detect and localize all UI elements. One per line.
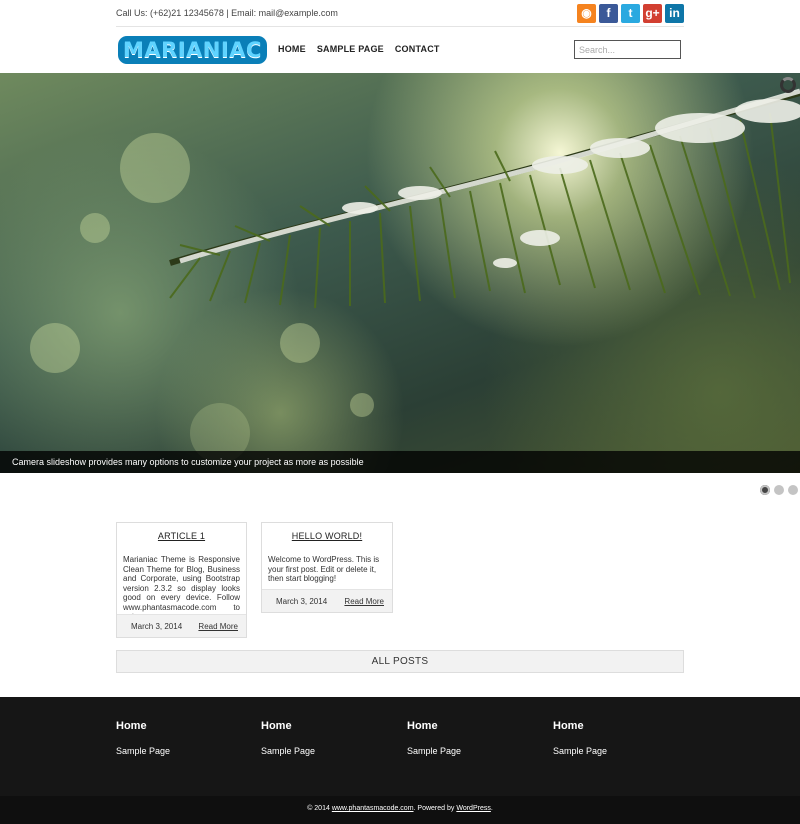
- post-card: HELLO WORLD! Welcome to WordPress. This …: [261, 522, 393, 613]
- loading-spinner-icon: [780, 77, 796, 93]
- copyright-site-link[interactable]: www.phantasmacode.com: [332, 805, 414, 812]
- copyright-prefix: © 2014: [307, 805, 332, 812]
- footer-heading-home[interactable]: Home: [553, 720, 607, 732]
- footer-heading-home[interactable]: Home: [407, 720, 461, 732]
- post-card: ARTICLE 1 Marianiac Theme is Responsive …: [116, 522, 247, 638]
- hero-slideshow[interactable]: Camera slideshow provides many options t…: [0, 73, 800, 473]
- footer-column: Home Sample Page: [116, 720, 170, 756]
- nav-item-contact[interactable]: CONTACT: [395, 44, 440, 54]
- nav-item-sample-page[interactable]: SAMPLE PAGE: [317, 44, 384, 54]
- footer-column: Home Sample Page: [553, 720, 607, 756]
- post-date: March 3, 2014: [276, 597, 328, 606]
- footer-heading-home[interactable]: Home: [116, 720, 170, 732]
- site-logo[interactable]: MARIANIAC: [118, 36, 267, 64]
- site-header: MARIANIAC HOME SAMPLE PAGE CONTACT: [116, 28, 684, 73]
- footer-heading-home[interactable]: Home: [261, 720, 315, 732]
- read-more-link[interactable]: Read More: [198, 622, 238, 631]
- slide-caption: Camera slideshow provides many options t…: [0, 451, 800, 473]
- nav-item-home[interactable]: HOME: [278, 44, 306, 54]
- wordpress-link[interactable]: WordPress: [456, 805, 491, 812]
- slider-pagination: [760, 485, 798, 495]
- footer-link-sample-page[interactable]: Sample Page: [261, 746, 315, 756]
- footer-link-sample-page[interactable]: Sample Page: [553, 746, 607, 756]
- twitter-icon[interactable]: t: [621, 4, 640, 23]
- copyright-end: .: [490, 805, 493, 812]
- pine-branch-image: [169, 88, 800, 309]
- google-plus-icon[interactable]: g+: [643, 4, 662, 23]
- copyright-bar: © 2014 www.phantasmacode.com. Powered by…: [0, 796, 800, 824]
- footer-link-sample-page[interactable]: Sample Page: [407, 746, 461, 756]
- slider-dot[interactable]: [760, 485, 770, 495]
- social-links: ◉ f t g+ in: [577, 4, 684, 23]
- footer-column: Home Sample Page: [261, 720, 315, 756]
- slider-dot[interactable]: [788, 485, 798, 495]
- post-excerpt: Marianiac Theme is Responsive Clean Them…: [123, 555, 240, 621]
- linkedin-icon[interactable]: in: [665, 4, 684, 23]
- footer-link-sample-page[interactable]: Sample Page: [116, 746, 170, 756]
- copyright-mid: . Powered by: [413, 805, 457, 812]
- top-bar: Call Us: (+62)21 12345678 | Email: mail@…: [116, 0, 684, 27]
- read-more-link[interactable]: Read More: [344, 597, 384, 606]
- main-nav: HOME SAMPLE PAGE CONTACT: [278, 44, 440, 54]
- post-footer: March 3, 2014 Read More: [262, 589, 392, 612]
- post-title[interactable]: HELLO WORLD!: [262, 531, 392, 541]
- post-title[interactable]: ARTICLE 1: [117, 531, 246, 541]
- slider-dot[interactable]: [774, 485, 784, 495]
- all-posts-button[interactable]: ALL POSTS: [116, 650, 684, 673]
- footer-column: Home Sample Page: [407, 720, 461, 756]
- facebook-icon[interactable]: f: [599, 4, 618, 23]
- contact-info: Call Us: (+62)21 12345678 | Email: mail@…: [116, 8, 338, 18]
- search-input[interactable]: [574, 40, 681, 59]
- rss-icon[interactable]: ◉: [577, 4, 596, 23]
- post-date: March 3, 2014: [131, 622, 183, 631]
- post-excerpt: Welcome to WordPress. This is your first…: [268, 555, 380, 583]
- post-footer: March 3, 2014 Read More: [117, 614, 246, 637]
